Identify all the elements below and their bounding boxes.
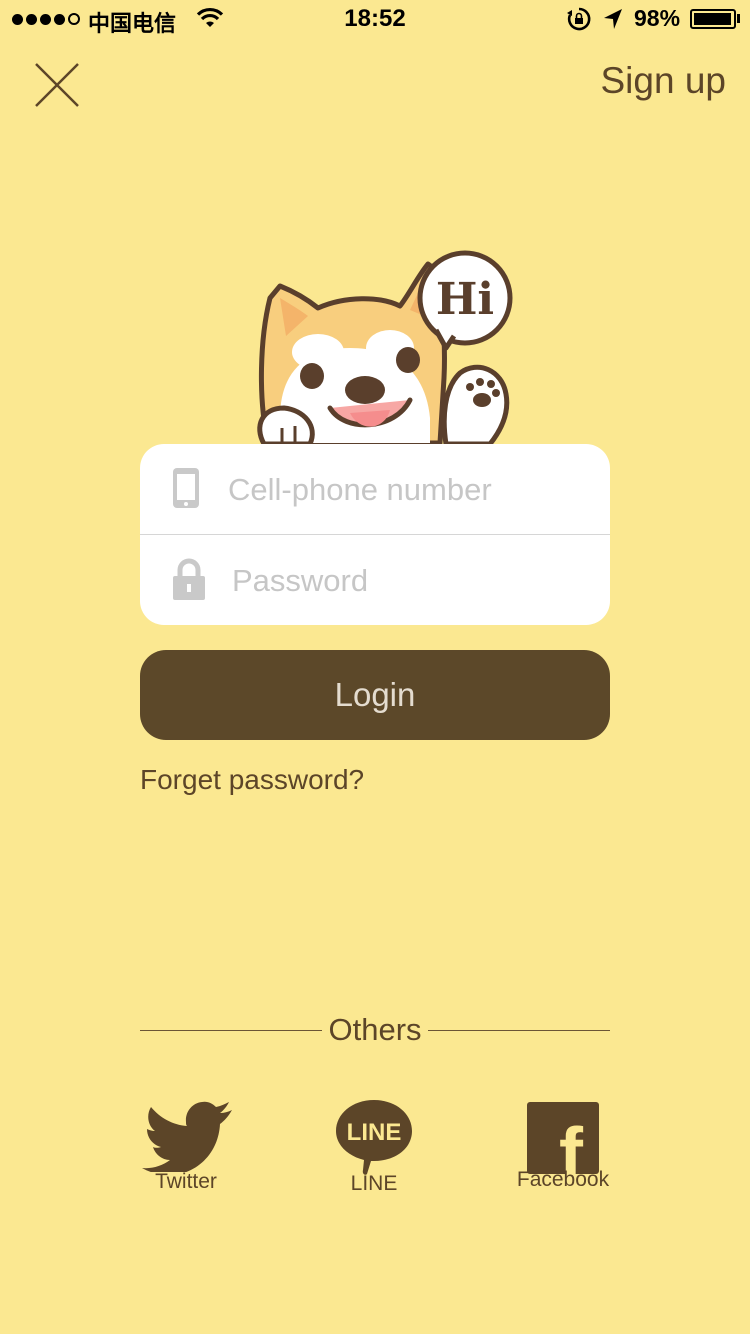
facebook-login-button[interactable]: f Facebook bbox=[513, 1100, 613, 1192]
forgot-password-link[interactable]: Forget password? bbox=[140, 764, 364, 796]
sign-up-link[interactable]: Sign up bbox=[601, 60, 727, 102]
mascot-bubble-text: Hi bbox=[436, 274, 494, 325]
facebook-badge-text: f bbox=[559, 1114, 584, 1174]
phone-number-input[interactable] bbox=[226, 462, 590, 518]
phone-field-row bbox=[140, 444, 610, 534]
divider-right bbox=[428, 1030, 610, 1031]
twitter-label: Twitter bbox=[155, 1170, 217, 1193]
twitter-icon bbox=[142, 1101, 232, 1172]
lock-icon bbox=[173, 558, 205, 600]
rotation-lock-icon bbox=[567, 7, 591, 31]
battery-tip bbox=[737, 14, 740, 23]
login-form-card bbox=[140, 444, 610, 625]
location-arrow-icon bbox=[604, 9, 622, 29]
password-input[interactable] bbox=[230, 553, 594, 609]
facebook-label: Facebook bbox=[516, 1168, 610, 1191]
close-icon[interactable] bbox=[30, 58, 84, 112]
password-field-row bbox=[140, 535, 610, 625]
battery-icon bbox=[690, 9, 736, 29]
login-button[interactable]: Login bbox=[140, 650, 610, 740]
line-login-button[interactable]: LINE LINE bbox=[324, 1098, 424, 1196]
twitter-login-button[interactable]: Twitter bbox=[136, 1100, 236, 1194]
line-label: LINE bbox=[350, 1172, 398, 1195]
others-heading: Others bbox=[328, 1012, 422, 1047]
shiba-mascot-illustration: Hi bbox=[257, 250, 513, 447]
line-badge-text: LINE bbox=[347, 1119, 402, 1146]
divider-left bbox=[140, 1030, 322, 1031]
line-icon: LINE bbox=[336, 1100, 412, 1175]
battery-percent: 98% bbox=[634, 5, 681, 31]
facebook-icon: f bbox=[527, 1102, 599, 1174]
status-bar: 中国电信 18:52 98% bbox=[0, 0, 750, 40]
phone-icon bbox=[173, 468, 199, 508]
